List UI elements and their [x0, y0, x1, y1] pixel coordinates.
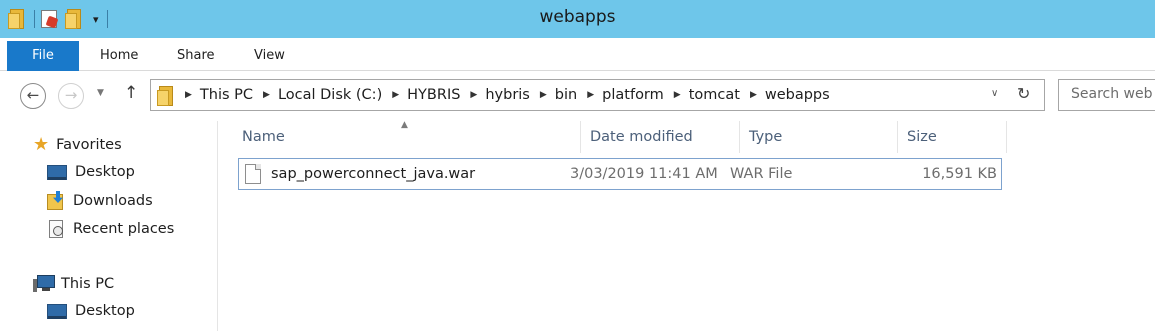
- arrow-up-icon: ↑: [124, 83, 139, 103]
- file-name[interactable]: sap_powerconnect_java.war: [271, 159, 475, 189]
- chevron-right-icon[interactable]: ▶: [674, 90, 681, 100]
- file-row[interactable]: sap_powerconnect_java.war 3/03/2019 11:4…: [238, 158, 1002, 190]
- file-icon: [245, 164, 261, 184]
- navigation-pane: ★ Favorites Desktop Downloads Recent pla…: [0, 121, 218, 331]
- column-header-size[interactable]: Size: [898, 121, 1007, 153]
- tab-file[interactable]: File: [7, 41, 79, 71]
- ribbon-tabs: File Home Share View: [0, 38, 1155, 71]
- column-headers: ▲ Name Date modified Type Size: [219, 120, 1007, 153]
- back-button[interactable]: ←: [20, 83, 46, 109]
- tab-share[interactable]: Share: [177, 41, 215, 71]
- arrow-right-icon: →: [64, 86, 78, 104]
- nav-item-label: Desktop: [75, 303, 135, 319]
- chevron-right-icon[interactable]: ▶: [540, 90, 547, 100]
- chevron-right-icon[interactable]: ▶: [750, 90, 757, 100]
- column-header-type[interactable]: Type: [740, 121, 898, 153]
- nav-favorites-label: Favorites: [56, 137, 122, 153]
- desktop-icon: [47, 164, 67, 180]
- nav-item-desktop[interactable]: Desktop: [47, 164, 135, 180]
- forward-button[interactable]: →: [58, 83, 84, 109]
- nav-favorites[interactable]: ★ Favorites: [33, 136, 122, 154]
- column-header-date-modified[interactable]: Date modified: [581, 121, 740, 153]
- nav-item-recent-places[interactable]: Recent places: [47, 220, 174, 238]
- breadcrumb: ▶ This PC ▶ Local Disk (C:) ▶ HYBRIS ▶ h…: [185, 80, 830, 110]
- file-date-modified: 3/03/2019 11:41 AM: [570, 166, 718, 182]
- up-button[interactable]: ↑: [124, 83, 138, 103]
- breadcrumb-bin[interactable]: bin: [555, 87, 577, 103]
- breadcrumb-webapps[interactable]: webapps: [765, 87, 830, 103]
- computer-icon: [33, 275, 55, 292]
- chevron-right-icon[interactable]: ▶: [263, 90, 270, 100]
- tab-view[interactable]: View: [254, 41, 285, 71]
- nav-item-label: Downloads: [73, 193, 153, 209]
- breadcrumb-tomcat[interactable]: tomcat: [689, 87, 740, 103]
- file-list: ▲ Name Date modified Type Size sap_power…: [219, 120, 1155, 331]
- desktop-icon: [47, 303, 67, 319]
- nav-item-label: Desktop: [75, 164, 135, 180]
- folder-icon: [157, 86, 175, 106]
- breadcrumb-hybris[interactable]: hybris: [485, 87, 530, 103]
- search-box[interactable]: Search web: [1058, 79, 1155, 111]
- chevron-right-icon[interactable]: ▶: [185, 90, 192, 100]
- nav-this-pc[interactable]: This PC: [33, 275, 114, 292]
- breadcrumb-this-pc[interactable]: This PC: [200, 87, 253, 103]
- chevron-right-icon[interactable]: ▶: [392, 90, 399, 100]
- star-icon: ★: [33, 134, 50, 155]
- file-size: 16,591 KB: [922, 166, 997, 182]
- refresh-icon[interactable]: ↻: [1017, 84, 1030, 103]
- title-bar: ▾ webapps: [0, 0, 1155, 38]
- tab-home[interactable]: Home: [100, 41, 138, 71]
- recent-places-icon: [47, 220, 65, 238]
- file-type: WAR File: [730, 166, 793, 182]
- chevron-down-icon[interactable]: ∨: [991, 88, 998, 99]
- window-title: webapps: [539, 7, 616, 27]
- arrow-left-icon: ←: [26, 86, 40, 104]
- chevron-right-icon[interactable]: ▶: [587, 90, 594, 100]
- recent-locations-icon[interactable]: ▼: [97, 88, 104, 98]
- column-header-name[interactable]: Name: [219, 121, 581, 153]
- breadcrumb-hybris-upper[interactable]: HYBRIS: [407, 87, 460, 103]
- nav-this-pc-label: This PC: [61, 275, 115, 292]
- search-input[interactable]: Search web: [1071, 86, 1153, 102]
- downloads-icon: [47, 191, 65, 211]
- breadcrumb-local-disk[interactable]: Local Disk (C:): [278, 87, 382, 103]
- nav-item-desktop[interactable]: Desktop: [47, 303, 135, 319]
- address-bar[interactable]: ▶ This PC ▶ Local Disk (C:) ▶ HYBRIS ▶ h…: [150, 79, 1045, 111]
- nav-item-label: Recent places: [73, 221, 175, 237]
- breadcrumb-platform[interactable]: platform: [602, 87, 664, 103]
- chevron-right-icon[interactable]: ▶: [470, 90, 477, 100]
- nav-item-downloads[interactable]: Downloads: [47, 191, 153, 211]
- navigation-bar: ← → ▼ ↑ ▶ This PC ▶ Local Disk (C:) ▶ HY…: [0, 71, 1155, 121]
